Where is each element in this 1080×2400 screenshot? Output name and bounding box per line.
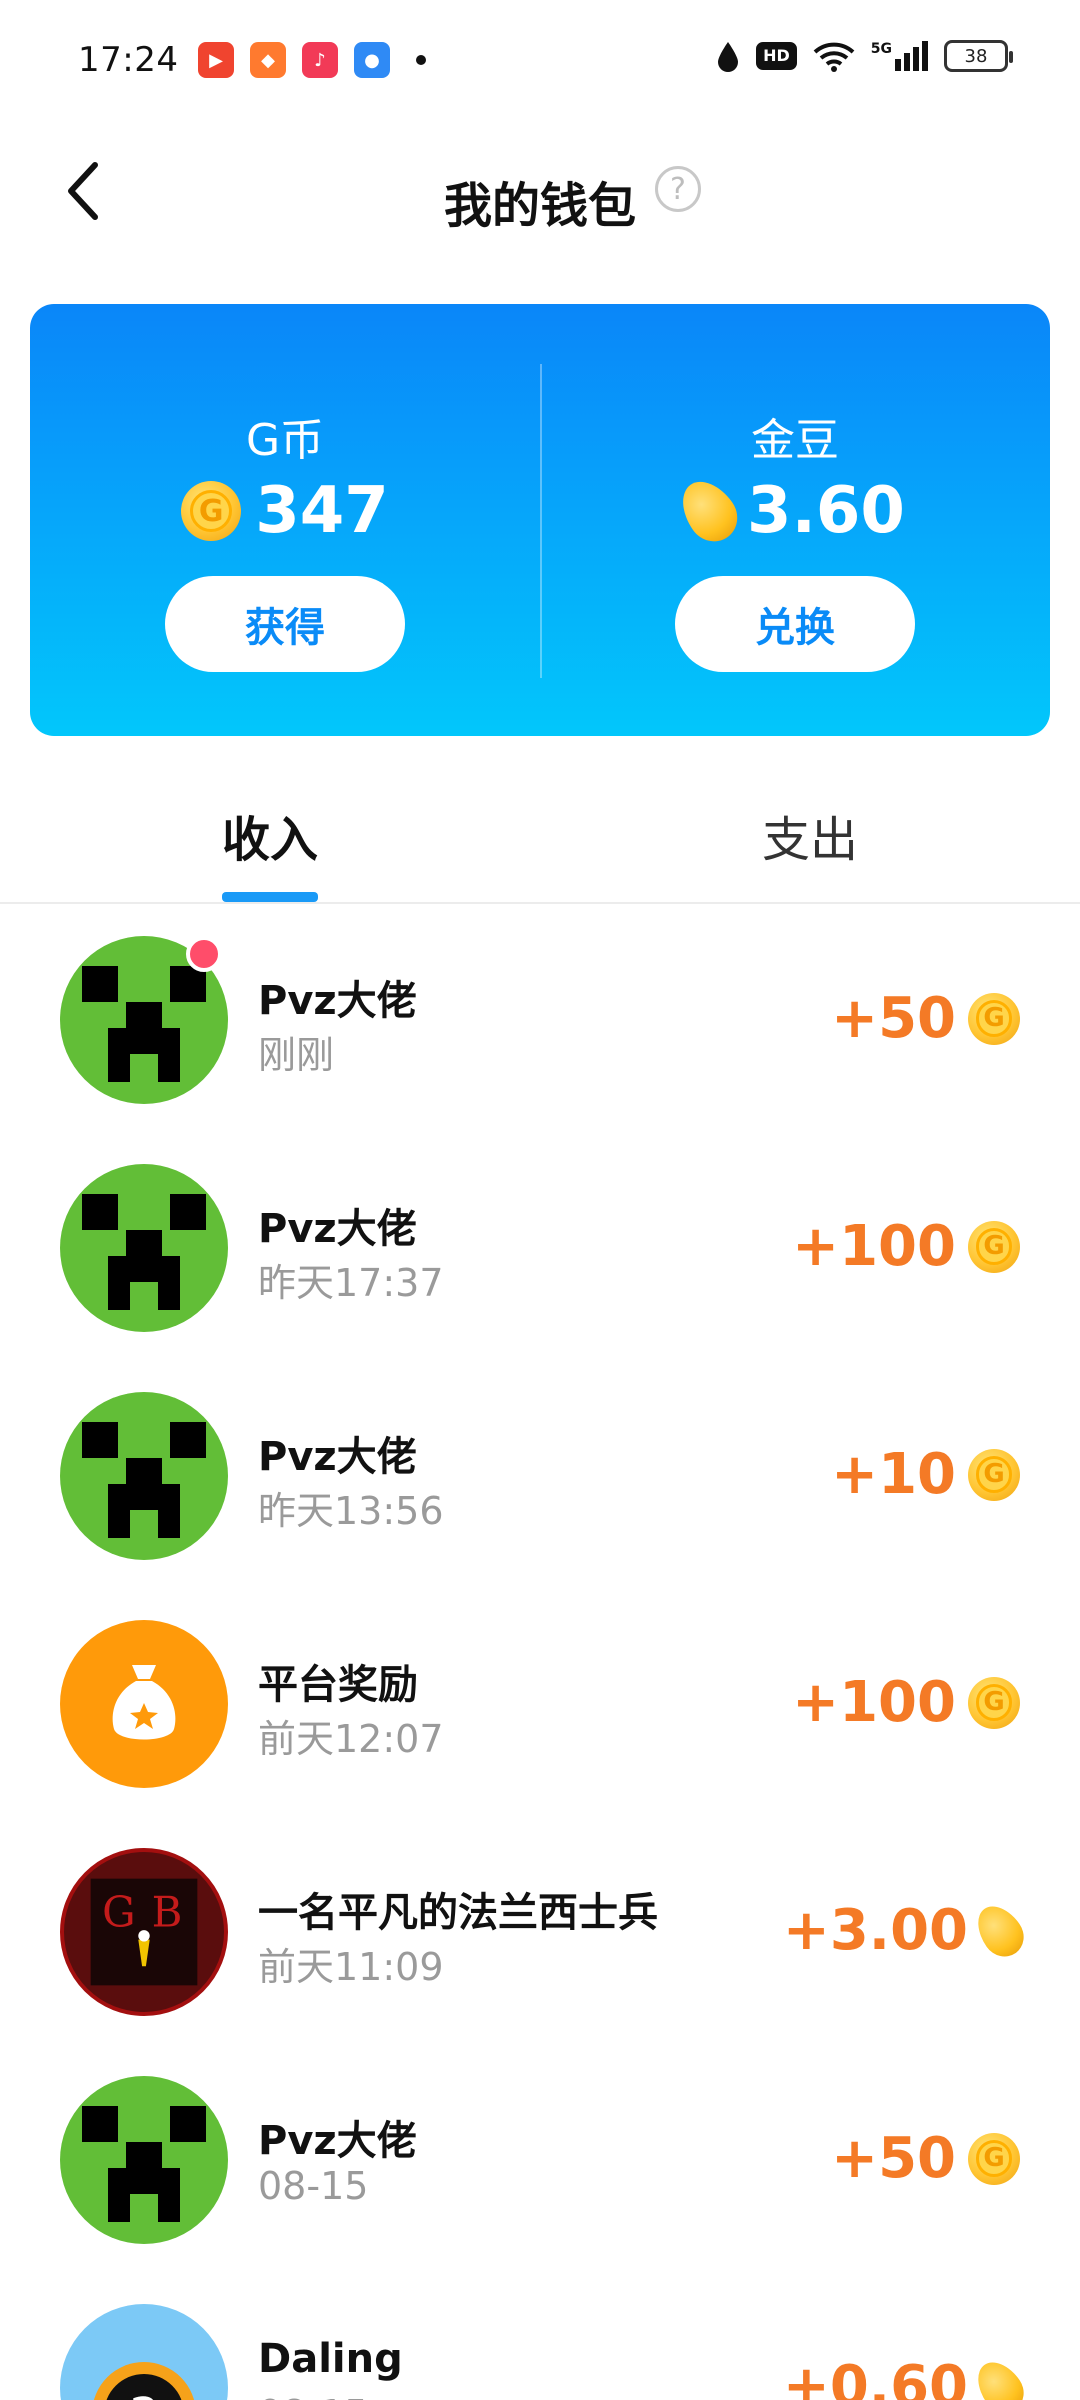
music-app-icon: ♪ [302,42,338,78]
sender-name: Daling [258,2336,403,2382]
transaction-amount: +10 [831,1442,956,1507]
transaction-amount: +50 [831,986,956,1051]
transaction-row[interactable]: Pvz大佬昨天17:37 +100 G [0,1134,1080,1362]
gcoin-balance: G币 G 347 获得 [30,304,540,736]
avatar[interactable] [60,1164,228,1332]
transaction-row[interactable]: Pvz大佬 08-15 +50 G [0,2046,1080,2274]
battery-icon: 38 [944,40,1013,72]
gcoin-label: G币 [245,415,325,466]
exchange-button[interactable]: 兑换 [675,576,915,672]
tab-income[interactable]: 收入 [222,800,318,870]
g-coin-icon: G [181,481,242,541]
status-time: 17:24 [78,40,179,80]
transaction-time: 刚刚 [258,1033,335,1077]
transaction-time: 昨天17:37 [258,1261,444,1305]
transaction-time: 前天12:07 [258,1717,444,1761]
transaction-list: Pvz大佬 刚刚 +50 G Pvz大佬 昨天17:37 +100 G Pvz大佬 昨天13:56… [0,906,1080,2400]
svg-text:?: ? [130,2388,158,2400]
sender-name: Pvz大佬 [258,1206,417,1252]
transaction-amount: +100 [792,1670,956,1735]
avatar[interactable] [60,1620,228,1788]
money-bag-icon [112,1665,176,1740]
transaction-time: 前天11:09 [258,1945,444,1989]
tab-expense[interactable]: 支出 [762,800,858,870]
wallet-balance-card: G币 G 347 获得 金豆 3.60 兑换 [30,304,1050,736]
tab-bar: 收入 支出 [0,770,1080,904]
gold-bean-value: 3.60 [747,474,905,548]
avatar[interactable]: GB [60,1848,228,2016]
transaction-amount: +50 [831,2126,956,2191]
hd-icon: HD [756,42,797,70]
transaction-amount: +100 [792,1214,956,1279]
get-gcoin-button[interactable]: 获得 [165,576,405,672]
wifi-icon [813,42,855,72]
sender-name: 一名平凡的法兰西士兵 [258,1890,658,1936]
more-notifications-icon [416,55,426,65]
transaction-row[interactable]: Pvz大佬刚刚 +50 G [0,906,1080,1134]
g-coin-icon: G [968,2132,1020,2185]
gold-bean-balance: 金豆 3.60 兑换 [540,304,1050,736]
nav-bar: 我的钱包 ? [0,130,1080,260]
notification-icons: ▶ ◆ ♪ ● [198,42,426,78]
video-app-icon: ▶ [198,42,234,78]
gold-bean-icon [671,471,748,551]
game-app-icon: ◆ [250,42,286,78]
tab-active-indicator [222,892,318,902]
g-coin-icon: G [968,992,1020,1045]
svg-text:G: G [102,1887,135,1936]
avatar[interactable]: ? [60,2304,228,2400]
gold-bean-icon [968,1896,1032,1965]
transaction-row[interactable]: G B 一名平凡的法兰西士兵 前天11:09 +3.00 [0,1818,1080,2046]
unread-badge [186,936,222,972]
help-icon[interactable]: ? [655,166,701,212]
data-saver-icon [718,42,739,72]
avatar[interactable] [60,2076,228,2244]
g-coin-icon: G [968,1220,1020,1273]
signal-icon: 5G [871,41,928,71]
page-title: 我的钱包 [443,178,636,234]
g-coin-icon: G [968,1676,1020,1729]
system-indicators: HD 5G 38 [716,40,1013,72]
gcoin-value: 347 [255,474,389,548]
sender-name: Pvz大佬 [258,2118,417,2164]
svg-text:B: B [152,1887,183,1936]
transaction-row[interactable]: Pvz大佬昨天13:56 +10 G [0,1362,1080,1590]
custom-avatar-image: GB [90,1878,198,1986]
avatar[interactable] [60,1392,228,1560]
g-coin-icon: G [968,1448,1020,1501]
daling-avatar-image: ? [93,2362,195,2400]
transaction-time: 08-15 [258,2392,368,2400]
transaction-time: 昨天13:56 [258,1489,444,1533]
status-bar: 17:24 ▶ ◆ ♪ ● HD 5G 38 [0,0,1080,120]
transaction-row[interactable]: ? Daling 08-15 +0.60 [0,2274,1080,2400]
transaction-time: 08-15 [258,2164,369,2208]
transaction-amount: +0.60 [782,2354,968,2400]
gold-bean-label: 金豆 [751,415,839,466]
transaction-amount: +3.00 [782,1898,968,1963]
browser-app-icon: ● [354,42,390,78]
sender-name: Pvz大佬 [258,1434,417,1480]
sender-name: 平台奖励 [258,1662,418,1708]
sender-name: Pvz大佬 [258,978,417,1024]
transaction-row[interactable]: 平台奖励前天12:07 +100 G [0,1590,1080,1818]
gold-bean-icon [968,2352,1032,2400]
